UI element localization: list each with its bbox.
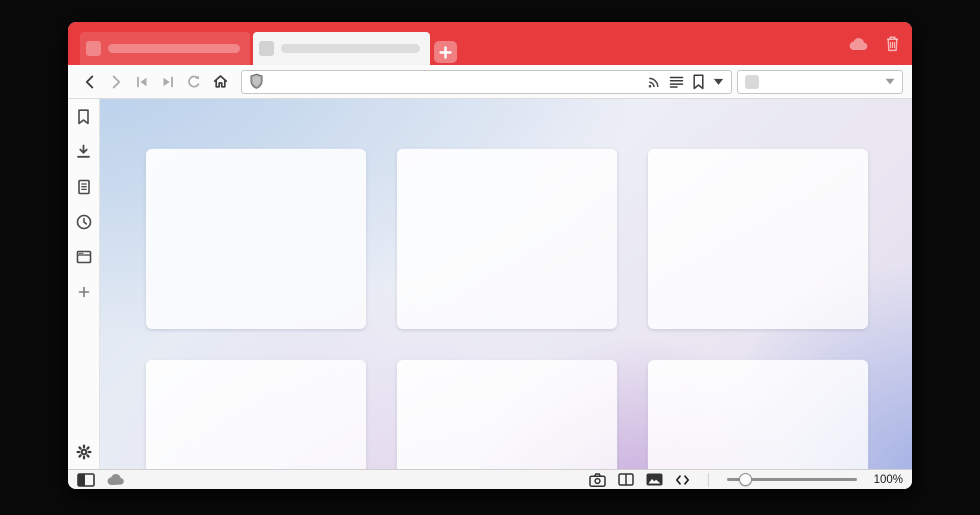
tab-bar (68, 22, 912, 65)
speed-dial-page (100, 99, 912, 469)
speed-dial-tile[interactable] (146, 149, 366, 329)
page-actions-icon[interactable] (675, 474, 690, 486)
chevron-right-icon (108, 74, 124, 90)
search-engine-icon-placeholder[interactable] (745, 75, 759, 89)
settings-button[interactable] (74, 443, 94, 460)
speed-dial-tile[interactable] (146, 360, 366, 469)
navigation-toolbar (68, 65, 912, 99)
cloud-sync-status-icon[interactable] (107, 473, 126, 486)
reload-icon (186, 74, 202, 90)
speed-dial-tile[interactable] (397, 149, 617, 329)
dropdown-arrow-icon[interactable] (885, 78, 895, 85)
tab-inactive[interactable] (80, 32, 250, 65)
tab-title-placeholder (281, 44, 420, 53)
bookmark-icon[interactable] (692, 74, 705, 90)
forward-button[interactable] (103, 69, 129, 95)
status-bar: 100% (68, 469, 912, 489)
chevron-left-icon (82, 74, 98, 90)
dropdown-arrow-icon[interactable] (713, 78, 724, 86)
address-bar[interactable] (241, 70, 732, 94)
download-icon (76, 144, 91, 159)
new-tab-button[interactable] (434, 41, 457, 63)
search-field[interactable] (737, 70, 903, 94)
skip-start-icon (135, 75, 149, 89)
zoom-slider-knob[interactable] (739, 473, 752, 486)
desktop-background: { "colors": { "accent_red": "#e83b3e", "… (0, 0, 980, 515)
tiling-icon[interactable] (618, 473, 634, 486)
shield-icon[interactable] (249, 73, 264, 90)
speed-dial-tile[interactable] (648, 149, 868, 329)
panel-sidebar (68, 99, 100, 469)
tab-favicon-placeholder (86, 41, 101, 56)
gear-icon (76, 444, 92, 460)
zoom-level-label[interactable]: 100% (869, 474, 903, 486)
tab-favicon-placeholder (259, 41, 274, 56)
notes-icon (77, 179, 91, 195)
window-icon (76, 250, 92, 264)
rss-icon[interactable] (647, 75, 661, 89)
sidebar-item-bookmarks[interactable] (74, 108, 94, 125)
plus-icon (439, 46, 452, 59)
tab-bar-right-controls (849, 22, 900, 65)
reload-button[interactable] (181, 69, 207, 95)
window-body (68, 99, 912, 469)
browser-window: 100% (68, 22, 912, 489)
speed-dial-tile[interactable] (397, 360, 617, 469)
home-icon (212, 73, 229, 90)
sidebar-item-add-panel[interactable] (74, 283, 94, 300)
zoom-slider[interactable] (727, 473, 857, 487)
status-right-group: 100% (589, 473, 903, 487)
skip-end-icon (161, 75, 175, 89)
status-divider (708, 473, 709, 487)
tab-title-placeholder (108, 44, 240, 53)
fast-forward-button[interactable] (155, 69, 181, 95)
back-button[interactable] (77, 69, 103, 95)
clock-icon (76, 214, 92, 230)
images-toggle-icon[interactable] (646, 473, 663, 486)
home-button[interactable] (207, 69, 233, 95)
sidebar-item-notes[interactable] (74, 178, 94, 195)
rewind-button[interactable] (129, 69, 155, 95)
panel-toggle-icon[interactable] (77, 473, 95, 487)
sidebar-item-history[interactable] (74, 213, 94, 230)
speed-dial-tile[interactable] (648, 360, 868, 469)
reader-view-icon[interactable] (669, 76, 684, 88)
bookmark-icon (77, 109, 90, 125)
capture-icon[interactable] (589, 473, 606, 487)
status-left-group (77, 473, 126, 487)
cloud-sync-icon[interactable] (849, 37, 870, 51)
tab-active[interactable] (253, 32, 430, 65)
plus-icon (78, 286, 90, 298)
sidebar-item-windows[interactable] (74, 248, 94, 265)
trash-icon[interactable] (885, 35, 900, 52)
sidebar-item-downloads[interactable] (74, 143, 94, 160)
